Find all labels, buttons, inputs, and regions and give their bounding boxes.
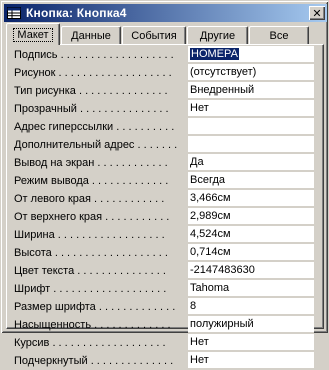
- property-label: От левого края . . . . . . . . . . . .: [14, 193, 165, 205]
- tab-drugie[interactable]: Другие: [187, 26, 248, 44]
- property-row[interactable]: Подчеркнутый . . . . . . . . . . . . . .…: [12, 352, 318, 370]
- property-label: Прозрачный . . . . . . . . . . . . . . .: [14, 103, 169, 115]
- property-value-input[interactable]: Да: [188, 154, 314, 171]
- property-value-input[interactable]: [188, 136, 314, 153]
- title-bar[interactable]: Кнопка: Кнопка4 ✕: [4, 4, 327, 22]
- property-grid: Подпись . . . . . . . . . . . . . . . . …: [12, 46, 318, 370]
- property-label: Высота . . . . . . . . . . . . . . . . .…: [14, 247, 168, 259]
- property-row[interactable]: От верхнего края . . . . . . . . . . . 2…: [12, 208, 318, 226]
- property-row[interactable]: Прозрачный . . . . . . . . . . . . . . .…: [12, 100, 318, 118]
- property-row[interactable]: Ширина . . . . . . . . . . . . . . . . .…: [12, 226, 318, 244]
- property-label: Шрифт . . . . . . . . . . . . . . . . . …: [14, 283, 167, 295]
- tab-vse[interactable]: Все: [249, 26, 309, 44]
- tab-strip: Макет Данные События Другие Все: [6, 23, 324, 45]
- property-row[interactable]: Цвет текста . . . . . . . . . . . . . . …: [12, 262, 318, 280]
- property-label: Цвет текста . . . . . . . . . . . . . . …: [14, 265, 166, 277]
- property-value-input[interactable]: 4,524см: [188, 226, 314, 243]
- property-value-input[interactable]: 0,714см: [188, 244, 314, 261]
- close-icon: ✕: [312, 6, 322, 20]
- property-row[interactable]: Насыщенность . . . . . . . . . . . . . п…: [12, 316, 318, 334]
- property-value-input[interactable]: полужирный: [188, 316, 314, 333]
- property-label: Размер шрифта . . . . . . . . . . . . .: [14, 301, 176, 313]
- property-label: Ширина . . . . . . . . . . . . . . . . .…: [14, 229, 165, 241]
- property-row[interactable]: Режим вывода . . . . . . . . . . . . . В…: [12, 172, 318, 190]
- property-row[interactable]: Адрес гиперссылки . . . . . . . . . .: [12, 118, 318, 136]
- tab-label: Данные: [71, 29, 111, 42]
- property-label: Дополнительный адрес . . . . . . .: [14, 139, 178, 151]
- property-value-input[interactable]: -2147483630: [188, 262, 314, 279]
- property-label: Адрес гиперссылки . . . . . . . . . .: [14, 121, 175, 133]
- property-row[interactable]: Подпись . . . . . . . . . . . . . . . . …: [12, 46, 318, 64]
- property-value-input[interactable]: [188, 118, 314, 135]
- property-value-input[interactable]: 2,989см: [188, 208, 314, 225]
- property-row[interactable]: Размер шрифта . . . . . . . . . . . . . …: [12, 298, 318, 316]
- property-value-input[interactable]: (отсутствует): [188, 64, 314, 81]
- tab-label: Макет: [13, 27, 53, 42]
- property-label: Вывод на экран . . . . . . . . . . . .: [14, 157, 168, 169]
- property-value-input[interactable]: 8: [188, 298, 314, 315]
- property-row[interactable]: Дополнительный адрес . . . . . . .: [12, 136, 318, 154]
- grid-sheet-icon: [6, 6, 22, 20]
- property-value-input[interactable]: Нет: [188, 100, 314, 117]
- tab-label: Все: [269, 29, 289, 42]
- selected-text: НОМЕРА: [190, 48, 239, 60]
- property-label: Тип рисунка . . . . . . . . . . . . . . …: [14, 85, 168, 97]
- property-label: Рисунок . . . . . . . . . . . . . . . . …: [14, 67, 172, 79]
- property-value-input[interactable]: Всегда: [188, 172, 314, 189]
- property-row[interactable]: Вывод на экран . . . . . . . . . . . . Д…: [12, 154, 318, 172]
- tab-label: Другие: [199, 29, 236, 42]
- property-value-input[interactable]: Нет: [188, 334, 314, 351]
- property-label: Режим вывода . . . . . . . . . . . . .: [14, 175, 169, 187]
- tab-dannye[interactable]: Данные: [61, 26, 121, 44]
- property-label: Подчеркнутый . . . . . . . . . . . . . .: [14, 355, 174, 367]
- property-label: Курсив . . . . . . . . . . . . . . . . .…: [14, 337, 166, 349]
- properties-window: Кнопка: Кнопка4 ✕ Макет Данные События Д…: [0, 0, 329, 369]
- close-button[interactable]: ✕: [309, 6, 325, 20]
- property-row[interactable]: Рисунок . . . . . . . . . . . . . . . . …: [12, 64, 318, 82]
- property-value-input[interactable]: НОМЕРА: [188, 46, 314, 63]
- property-value-input[interactable]: Tahoma: [188, 280, 314, 297]
- property-row[interactable]: Курсив . . . . . . . . . . . . . . . . .…: [12, 334, 318, 352]
- property-value-input[interactable]: Нет: [188, 352, 314, 369]
- property-value-input[interactable]: 3,466см: [188, 190, 314, 207]
- property-label: Подпись . . . . . . . . . . . . . . . . …: [14, 49, 174, 61]
- property-row[interactable]: Высота . . . . . . . . . . . . . . . . .…: [12, 244, 318, 262]
- property-row[interactable]: От левого края . . . . . . . . . . . . 3…: [12, 190, 318, 208]
- tab-sobytiya[interactable]: События: [122, 26, 186, 44]
- property-row[interactable]: Тип рисунка . . . . . . . . . . . . . . …: [12, 82, 318, 100]
- property-label: От верхнего края . . . . . . . . . . .: [14, 211, 170, 223]
- property-value-input[interactable]: Внедренный: [188, 82, 314, 99]
- properties-panel: Подпись . . . . . . . . . . . . . . . . …: [6, 44, 324, 369]
- property-label: Насыщенность . . . . . . . . . . . . .: [14, 319, 171, 331]
- tab-maket[interactable]: Макет: [6, 23, 60, 45]
- property-row[interactable]: Шрифт . . . . . . . . . . . . . . . . . …: [12, 280, 318, 298]
- window-title: Кнопка: Кнопка4: [26, 6, 127, 20]
- tab-label: События: [131, 29, 177, 42]
